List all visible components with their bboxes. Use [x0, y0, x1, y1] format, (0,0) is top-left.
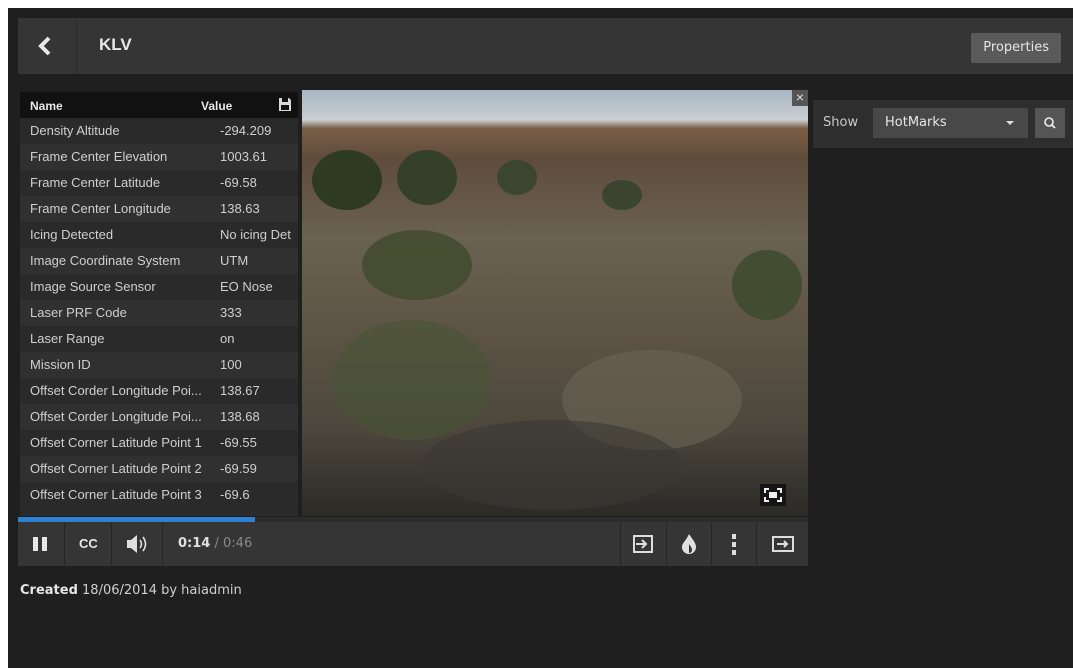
row-value: 138.67 — [220, 383, 260, 398]
table-row[interactable]: Density Altitude -294.209 — [20, 118, 298, 144]
back-button[interactable] — [18, 18, 77, 74]
row-name: Laser PRF Code — [30, 305, 127, 320]
table-row[interactable]: Image Source Sensor EO Nose — [20, 274, 298, 300]
column-header-name: Name — [30, 99, 63, 113]
row-value: -69.55 — [220, 435, 257, 450]
row-value: 138.68 — [220, 409, 260, 424]
row-name: Offset Corner Latitude Point 3 — [30, 487, 202, 502]
duration: 0:46 — [223, 536, 253, 551]
fullscreen-button[interactable] — [760, 484, 786, 506]
caret-down-icon — [1006, 121, 1014, 125]
row-value: -69.59 — [220, 461, 257, 476]
row-name: Mission ID — [30, 357, 91, 372]
time-display: 0:14 / 0:46 — [178, 536, 252, 551]
show-label: Show — [823, 115, 859, 130]
next-icon — [772, 536, 794, 552]
cc-label: CC — [79, 536, 98, 551]
table-row[interactable]: Offset Corner Latitude Point 3 -69.6 — [20, 482, 298, 508]
row-name: Frame Center Elevation — [30, 149, 168, 164]
created-text: 18/06/2014 by haiadmin — [82, 583, 242, 598]
export-icon — [633, 535, 653, 553]
row-value: -69.58 — [220, 175, 257, 190]
pause-button[interactable] — [18, 522, 65, 566]
app-window: KLV Properties Name Value Density Altitu… — [8, 8, 1073, 668]
pause-icon — [33, 537, 47, 551]
fullscreen-icon — [764, 488, 782, 502]
close-icon: × — [795, 89, 805, 105]
header-bar: KLV Properties — [18, 18, 1073, 74]
video-frame[interactable] — [302, 90, 808, 516]
row-value: -294.209 — [220, 123, 272, 138]
current-time: 0:14 — [178, 536, 211, 551]
created-info: Created 18/06/2014 by haiadmin — [20, 583, 242, 598]
table-row[interactable]: Offset Corder Longitude Poi... 138.68 — [20, 404, 298, 430]
row-name: Offset Corner Latitude Point 2 — [30, 461, 202, 476]
captions-button[interactable]: CC — [65, 522, 112, 566]
klv-table: Name Value Density Altitude -294.209 Fram… — [20, 92, 298, 516]
player-controls: CC 0:14 / 0:46 — [18, 522, 808, 566]
table-row[interactable]: Offset Corner Latitude Point 1 -69.55 — [20, 430, 298, 456]
show-filter-dropdown[interactable]: HotMarks — [873, 108, 1028, 138]
row-name: Frame Center Latitude — [30, 175, 161, 190]
table-row[interactable]: Frame Center Elevation 1003.61 — [20, 144, 298, 170]
more-button[interactable] — [711, 522, 756, 566]
table-row[interactable]: Frame Center Longitude 138.63 — [20, 196, 298, 222]
hotmark-button[interactable] — [666, 522, 711, 566]
row-value: UTM — [220, 253, 249, 268]
row-name: Offset Corder Longitude Poi... — [30, 383, 202, 398]
row-name: Icing Detected — [30, 227, 114, 242]
column-header-value: Value — [201, 99, 233, 113]
table-row[interactable]: Icing Detected No icing Det — [20, 222, 298, 248]
row-name: Image Source Sensor — [30, 279, 156, 294]
table-row[interactable]: Frame Center Latitude -69.58 — [20, 170, 298, 196]
table-row[interactable]: Offset Corder Longitude Poi... 138.67 — [20, 378, 298, 404]
volume-button[interactable] — [112, 522, 163, 566]
row-value: 100 — [220, 357, 242, 372]
row-value: on — [220, 331, 235, 346]
row-name: Offset Corner Latitude Point 1 — [30, 435, 202, 450]
filter-value: HotMarks — [885, 115, 947, 130]
hotmark-icon — [682, 534, 696, 554]
search-button[interactable] — [1035, 108, 1065, 138]
row-value: 333 — [220, 305, 242, 320]
row-value: -69.6 — [220, 487, 250, 502]
row-value: 1003.61 — [220, 149, 267, 164]
time-separator: / — [214, 536, 219, 551]
table-row[interactable]: Image Coordinate System UTM — [20, 248, 298, 274]
close-video-button[interactable]: × — [792, 90, 808, 106]
search-icon — [1044, 117, 1056, 129]
row-name: Laser Range — [30, 331, 105, 346]
table-row[interactable]: Laser Range on — [20, 326, 298, 352]
row-name: Frame Center Longitude — [30, 201, 171, 216]
next-button[interactable] — [756, 522, 809, 566]
row-name: Density Altitude — [30, 123, 120, 138]
row-name: Image Coordinate System — [30, 253, 181, 268]
klv-table-body: Density Altitude -294.209 Frame Center El… — [20, 118, 298, 508]
klv-table-header: Name Value — [20, 92, 298, 118]
page-title: KLV — [99, 35, 132, 54]
row-value: No icing Det — [220, 227, 291, 242]
save-icon[interactable] — [278, 97, 292, 112]
more-icon — [732, 534, 736, 555]
chevron-left-icon — [38, 36, 51, 56]
table-row[interactable]: Laser PRF Code 333 — [20, 300, 298, 326]
export-button[interactable] — [620, 522, 666, 566]
row-name: Offset Corder Longitude Poi... — [30, 409, 202, 424]
properties-button[interactable]: Properties — [971, 33, 1061, 63]
volume-icon — [127, 535, 147, 553]
table-row[interactable]: Offset Corner Latitude Point 2 -69.59 — [20, 456, 298, 482]
row-value: 138.63 — [220, 201, 260, 216]
hotmarks-panel: Show HotMarks — [813, 100, 1073, 148]
row-value: EO Nose — [220, 279, 273, 294]
table-row[interactable]: Mission ID 100 — [20, 352, 298, 378]
created-label: Created — [20, 583, 78, 598]
